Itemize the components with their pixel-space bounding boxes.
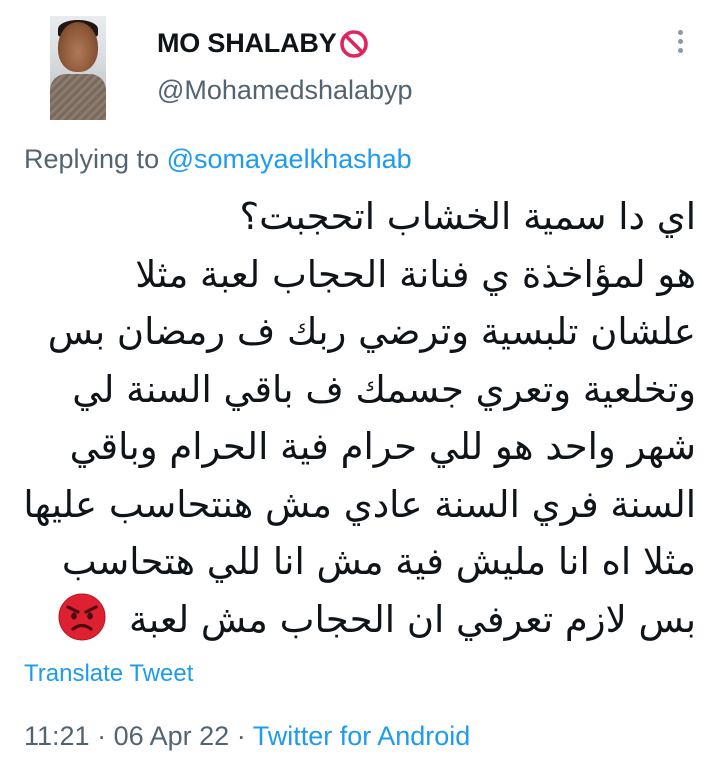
avatar[interactable] bbox=[50, 16, 106, 120]
no-entry-icon bbox=[339, 29, 368, 58]
avatar-face bbox=[58, 22, 98, 72]
tweet-text: اي دا سمية الخشاب اتحجبت؟ هو لمؤاخذة ي ف… bbox=[23, 188, 696, 649]
replying-to-handle-link[interactable]: @somayaelkhashab bbox=[167, 144, 412, 174]
tweet-last-line: بس لازم تعرفي ان الحجاب مش لعبة bbox=[24, 591, 696, 649]
tweet-line: علشان تلبسية وترضي ربك ف رمضان بس bbox=[47, 310, 696, 353]
avatar-sweater bbox=[50, 74, 106, 120]
author-display-name[interactable]: MO SHALABY bbox=[157, 28, 369, 59]
author-handle[interactable]: @Mohamedshalabyp bbox=[157, 75, 413, 106]
tweet-line: هو لمؤاخذة ي فنانة الحجاب لعبة مثلا bbox=[135, 252, 696, 296]
tweet-source-link[interactable]: Twitter for Android bbox=[253, 721, 471, 751]
translate-tweet-link[interactable]: Translate Tweet bbox=[24, 660, 193, 688]
tweet-time[interactable]: 11:21 bbox=[24, 721, 90, 751]
meta-separator: · bbox=[97, 721, 107, 751]
meta-separator: · bbox=[236, 721, 246, 751]
tweet-meta: 11:21 · 06 Apr 22 · Twitter for Android bbox=[24, 721, 470, 752]
tweet-line: شهر واحد هو للي حرام فية الحرام وباقي bbox=[69, 425, 696, 468]
tweet-date[interactable]: 06 Apr 22 bbox=[114, 721, 230, 751]
replying-prefix: Replying to bbox=[24, 144, 160, 174]
angry-face-icon bbox=[58, 593, 106, 640]
tweet-line: بس لازم تعرفي ان الحجاب مش لعبة bbox=[129, 597, 696, 641]
tweet-line: اي دا سمية الخشاب اتحجبت؟ bbox=[239, 195, 696, 238]
replying-to: Replying to @somayaelkhashab bbox=[24, 144, 412, 175]
tweet-line: مثلا اه انا مليش فية مش انا للي هتحاسب bbox=[61, 540, 696, 583]
tweet-line: وتخلعية وتعري جسمك ف باقي السنة لي bbox=[72, 367, 696, 411]
more-options-icon[interactable] bbox=[670, 30, 690, 60]
tweet-line: السنة فري السنة عادي مش هنتحاسب عليها bbox=[23, 482, 696, 526]
display-name-text: MO SHALABY bbox=[157, 28, 337, 58]
